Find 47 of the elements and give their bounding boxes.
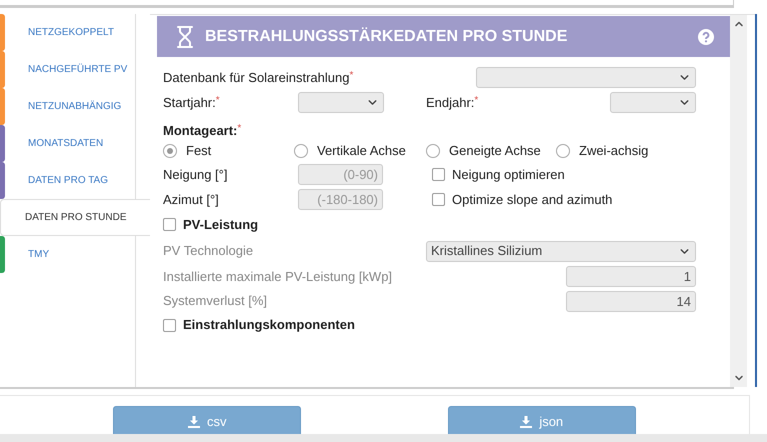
section-label: Montageart:	[163, 122, 238, 140]
checkbox[interactable]	[163, 318, 176, 332]
sidebar-tab[interactable]: NACHGEFÜHRTE PV	[0, 51, 136, 88]
field-label: Endjahr:	[426, 94, 474, 112]
field-label: Systemverlust [%]	[163, 292, 268, 310]
sidebar-tab[interactable]: TMY	[0, 236, 136, 273]
sidebar-tab[interactable]: NETZUNABHÄNGIG	[0, 88, 136, 125]
required-mark: *	[349, 68, 354, 83]
radio-button[interactable]	[163, 144, 177, 158]
sidebar-tab[interactable]: DATEN PRO STUNDE	[0, 199, 150, 236]
checkbox[interactable]	[163, 218, 176, 231]
download-icon	[188, 416, 200, 428]
checkbox-label: Optimize slope and azimuth	[452, 190, 612, 209]
field-label: Azimut [°]	[163, 190, 220, 209]
radio-button[interactable]	[556, 144, 570, 158]
checkbox[interactable]	[432, 168, 445, 181]
checkbox-label: PV-Leistung	[183, 216, 258, 234]
radio-button[interactable]	[426, 144, 440, 158]
required-mark: *	[237, 122, 242, 136]
sidebar-tab[interactable]: MONATSDATEN	[0, 125, 136, 162]
checkbox-label: Einstrahlungskomponenten	[183, 316, 355, 334]
radio-label: Zwei-achsig	[579, 142, 648, 160]
checkbox-label: Neigung optimieren	[452, 166, 565, 184]
field-label: Datenbank für Solareinstrahlung	[163, 68, 350, 87]
download-icon	[520, 416, 532, 428]
select-field[interactable]	[298, 92, 384, 113]
field-label: PV Technologie	[163, 242, 254, 260]
help-icon	[698, 28, 714, 44]
select-field[interactable]	[476, 67, 696, 88]
scrollbar[interactable]	[730, 15, 747, 387]
panel-title: BESTRAHLUNGSSTÄRKEDATEN PRO STUNDE	[205, 26, 568, 46]
radio-label: Fest	[186, 142, 212, 160]
required-mark: *	[216, 94, 220, 108]
field-label: Startjahr:	[163, 94, 216, 112]
field-label: Neigung [°]	[163, 166, 228, 184]
input-field[interactable]: (-180-180)	[298, 189, 383, 210]
input-field[interactable]: (0-90)	[298, 164, 383, 185]
sidebar-tab[interactable]: NETZGEKOPPELT	[0, 14, 136, 51]
required-mark: *	[474, 94, 478, 108]
download-button[interactable]: csv	[113, 406, 302, 437]
field-label: Installierte maximale PV-Leistung [kWp]	[163, 268, 394, 286]
download-button[interactable]: json	[448, 406, 636, 437]
radio-label: Vertikale Achse	[317, 142, 406, 160]
radio-label: Geneigte Achse	[449, 142, 541, 160]
checkbox[interactable]	[432, 193, 445, 206]
select-field[interactable]	[610, 92, 696, 113]
radio-button[interactable]	[294, 144, 308, 158]
